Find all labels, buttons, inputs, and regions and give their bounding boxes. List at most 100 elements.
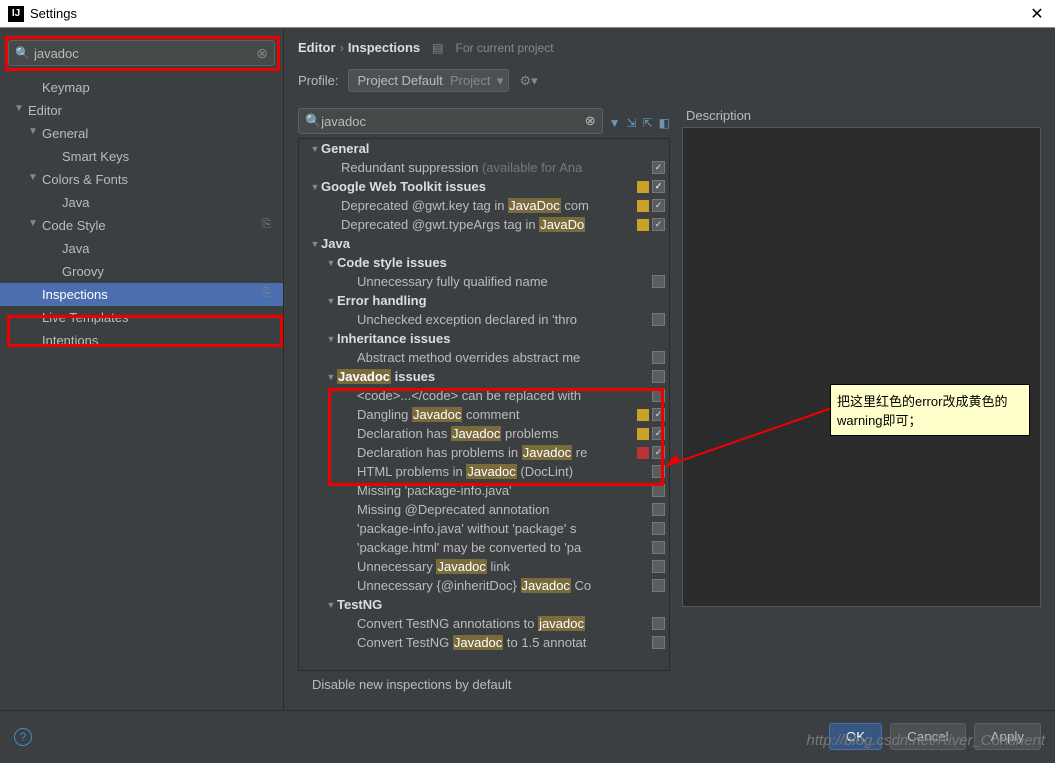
inspection-checkbox[interactable] — [652, 180, 665, 193]
chevron-down-icon[interactable]: ▼ — [325, 600, 337, 610]
inspection-checkbox[interactable] — [652, 351, 665, 364]
sidebar-item-general[interactable]: ▼General — [0, 122, 283, 145]
inspection-checkbox[interactable] — [652, 560, 665, 573]
inspection-row[interactable]: Convert TestNG annotations to javadoc — [299, 614, 669, 633]
filter-icon[interactable]: ▼ — [609, 116, 621, 130]
inspection-row[interactable]: ▼Code style issues — [299, 253, 669, 272]
copy-icon[interactable]: ⎘ — [262, 218, 271, 231]
inspection-checkbox[interactable] — [652, 579, 665, 592]
clear-icon[interactable]: ⊗ — [585, 113, 596, 129]
copy-icon[interactable]: ⎘ — [262, 287, 271, 300]
chevron-icon[interactable]: ▼ — [28, 126, 38, 137]
inspection-row[interactable]: Missing 'package-info.java' — [299, 481, 669, 500]
inspection-checkbox[interactable] — [652, 636, 665, 649]
inspections-tree[interactable]: ▼GeneralRedundant suppression (available… — [298, 138, 670, 671]
inspection-row[interactable]: ▼Javadoc issues — [299, 367, 669, 386]
inspection-label: Deprecated @gwt.typeArgs tag in JavaDo — [341, 217, 637, 232]
inspection-checkbox[interactable] — [652, 465, 665, 478]
chevron-down-icon[interactable]: ▼ — [325, 372, 337, 382]
sidebar-item-label: Live Templates — [42, 310, 128, 325]
clear-search-icon[interactable]: ⊗ — [256, 45, 268, 62]
sidebar-item-editor[interactable]: ▼Editor — [0, 99, 283, 122]
inspections-search-input[interactable] — [321, 114, 585, 129]
inspection-label: Convert TestNG annotations to javadoc — [357, 616, 652, 631]
sidebar-item-groovy[interactable]: Groovy — [0, 260, 283, 283]
inspection-checkbox[interactable] — [652, 370, 665, 383]
sidebar-item-keymap[interactable]: Keymap — [0, 76, 283, 99]
inspection-row[interactable]: 'package.html' may be converted to 'pa — [299, 538, 669, 557]
inspection-row[interactable]: Unnecessary Javadoc link — [299, 557, 669, 576]
expand-icon[interactable]: ⇲ — [627, 116, 637, 130]
breadcrumb-inspections: Inspections — [348, 40, 420, 55]
inspection-row[interactable]: Deprecated @gwt.key tag in JavaDoc com — [299, 196, 669, 215]
inspection-row[interactable]: ▼TestNG — [299, 595, 669, 614]
inspection-row[interactable]: Deprecated @gwt.typeArgs tag in JavaDo — [299, 215, 669, 234]
reset-icon[interactable]: ◧ — [659, 116, 670, 130]
inspection-row[interactable]: ▼Inheritance issues — [299, 329, 669, 348]
inspection-checkbox[interactable] — [652, 541, 665, 554]
chevron-down-icon[interactable]: ▼ — [309, 182, 321, 192]
sidebar-item-smart-keys[interactable]: Smart Keys — [0, 145, 283, 168]
inspection-row[interactable]: Abstract method overrides abstract me — [299, 348, 669, 367]
help-icon[interactable]: ? — [14, 728, 32, 746]
inspection-checkbox[interactable] — [652, 389, 665, 402]
inspection-label: Declaration has Javadoc problems — [357, 426, 637, 441]
breadcrumb-editor[interactable]: Editor — [298, 40, 336, 55]
inspection-row[interactable]: Unnecessary fully qualified name — [299, 272, 669, 291]
chevron-down-icon[interactable]: ▼ — [309, 239, 321, 249]
chevron-icon[interactable]: ▼ — [28, 218, 38, 229]
inspection-checkbox[interactable] — [652, 484, 665, 497]
inspection-row[interactable]: Redundant suppression (available for Ana — [299, 158, 669, 177]
gear-icon[interactable]: ⚙▾ — [519, 73, 537, 89]
sidebar-item-live-templates[interactable]: Live Templates — [0, 306, 283, 329]
inspection-row[interactable]: ▼Java — [299, 234, 669, 253]
inspection-row[interactable]: Declaration has Javadoc problems — [299, 424, 669, 443]
inspection-row[interactable]: ▼Error handling — [299, 291, 669, 310]
chevron-down-icon[interactable]: ▼ — [325, 334, 337, 344]
inspection-row[interactable]: Convert TestNG Javadoc to 1.5 annotat — [299, 633, 669, 652]
chevron-icon[interactable]: ▼ — [14, 103, 24, 114]
inspection-row[interactable]: 'package-info.java' without 'package' s — [299, 519, 669, 538]
close-icon[interactable]: ✕ — [1027, 4, 1047, 24]
sidebar-item-colors-fonts[interactable]: ▼Colors & Fonts — [0, 168, 283, 191]
sidebar-item-code-style[interactable]: ▼Code Style⎘ — [0, 214, 283, 237]
inspection-checkbox[interactable] — [652, 313, 665, 326]
chevron-icon[interactable]: ▼ — [28, 172, 38, 183]
inspections-left: 🔍 ⊗ ▼ ⇲ ⇱ ◧ ▼GeneralRedundant suppressio… — [298, 108, 670, 698]
chevron-down-icon[interactable]: ▼ — [325, 296, 337, 306]
inspection-row[interactable]: ▼General — [299, 139, 669, 158]
inspection-label: Missing 'package-info.java' — [357, 483, 652, 498]
inspection-checkbox[interactable] — [652, 617, 665, 630]
sidebar-item-java[interactable]: Java — [0, 191, 283, 214]
inspection-checkbox[interactable] — [652, 427, 665, 440]
inspection-checkbox[interactable] — [652, 522, 665, 535]
inspection-checkbox[interactable] — [652, 408, 665, 421]
sidebar-search-input[interactable] — [34, 46, 256, 61]
inspection-checkbox[interactable] — [652, 161, 665, 174]
collapse-icon[interactable]: ⇱ — [643, 116, 653, 130]
inspection-row[interactable]: HTML problems in Javadoc (DocLint) — [299, 462, 669, 481]
profile-label: Profile: — [298, 73, 338, 88]
inspection-checkbox[interactable] — [652, 275, 665, 288]
inspection-row[interactable]: <code>...</code> can be replaced with — [299, 386, 669, 405]
inspection-row[interactable]: Unnecessary {@inheritDoc} Javadoc Co — [299, 576, 669, 595]
inspection-checkbox[interactable] — [652, 199, 665, 212]
inspection-label: Inheritance issues — [337, 331, 669, 346]
chevron-down-icon[interactable]: ▼ — [325, 258, 337, 268]
inspection-checkbox[interactable] — [652, 503, 665, 516]
inspection-row[interactable]: Missing @Deprecated annotation — [299, 500, 669, 519]
inspection-row[interactable]: Dangling Javadoc comment — [299, 405, 669, 424]
inspections-search[interactable]: 🔍 ⊗ — [298, 108, 603, 134]
sidebar-search[interactable]: 🔍 ⊗ — [8, 40, 275, 66]
disable-new-inspections-row[interactable]: Disable new inspections by default — [298, 671, 670, 698]
profile-select[interactable]: Project Default Project — [348, 69, 509, 92]
sidebar-item-intentions[interactable]: Intentions — [0, 329, 283, 352]
sidebar-item-inspections[interactable]: Inspections⎘ — [0, 283, 283, 306]
inspection-row[interactable]: ▼Google Web Toolkit issues — [299, 177, 669, 196]
sidebar-item-java[interactable]: Java — [0, 237, 283, 260]
inspection-row[interactable]: Declaration has problems in Javadoc re — [299, 443, 669, 462]
inspection-row[interactable]: Unchecked exception declared in 'thro — [299, 310, 669, 329]
inspection-checkbox[interactable] — [652, 218, 665, 231]
inspection-checkbox[interactable] — [652, 446, 665, 459]
chevron-down-icon[interactable]: ▼ — [309, 144, 321, 154]
